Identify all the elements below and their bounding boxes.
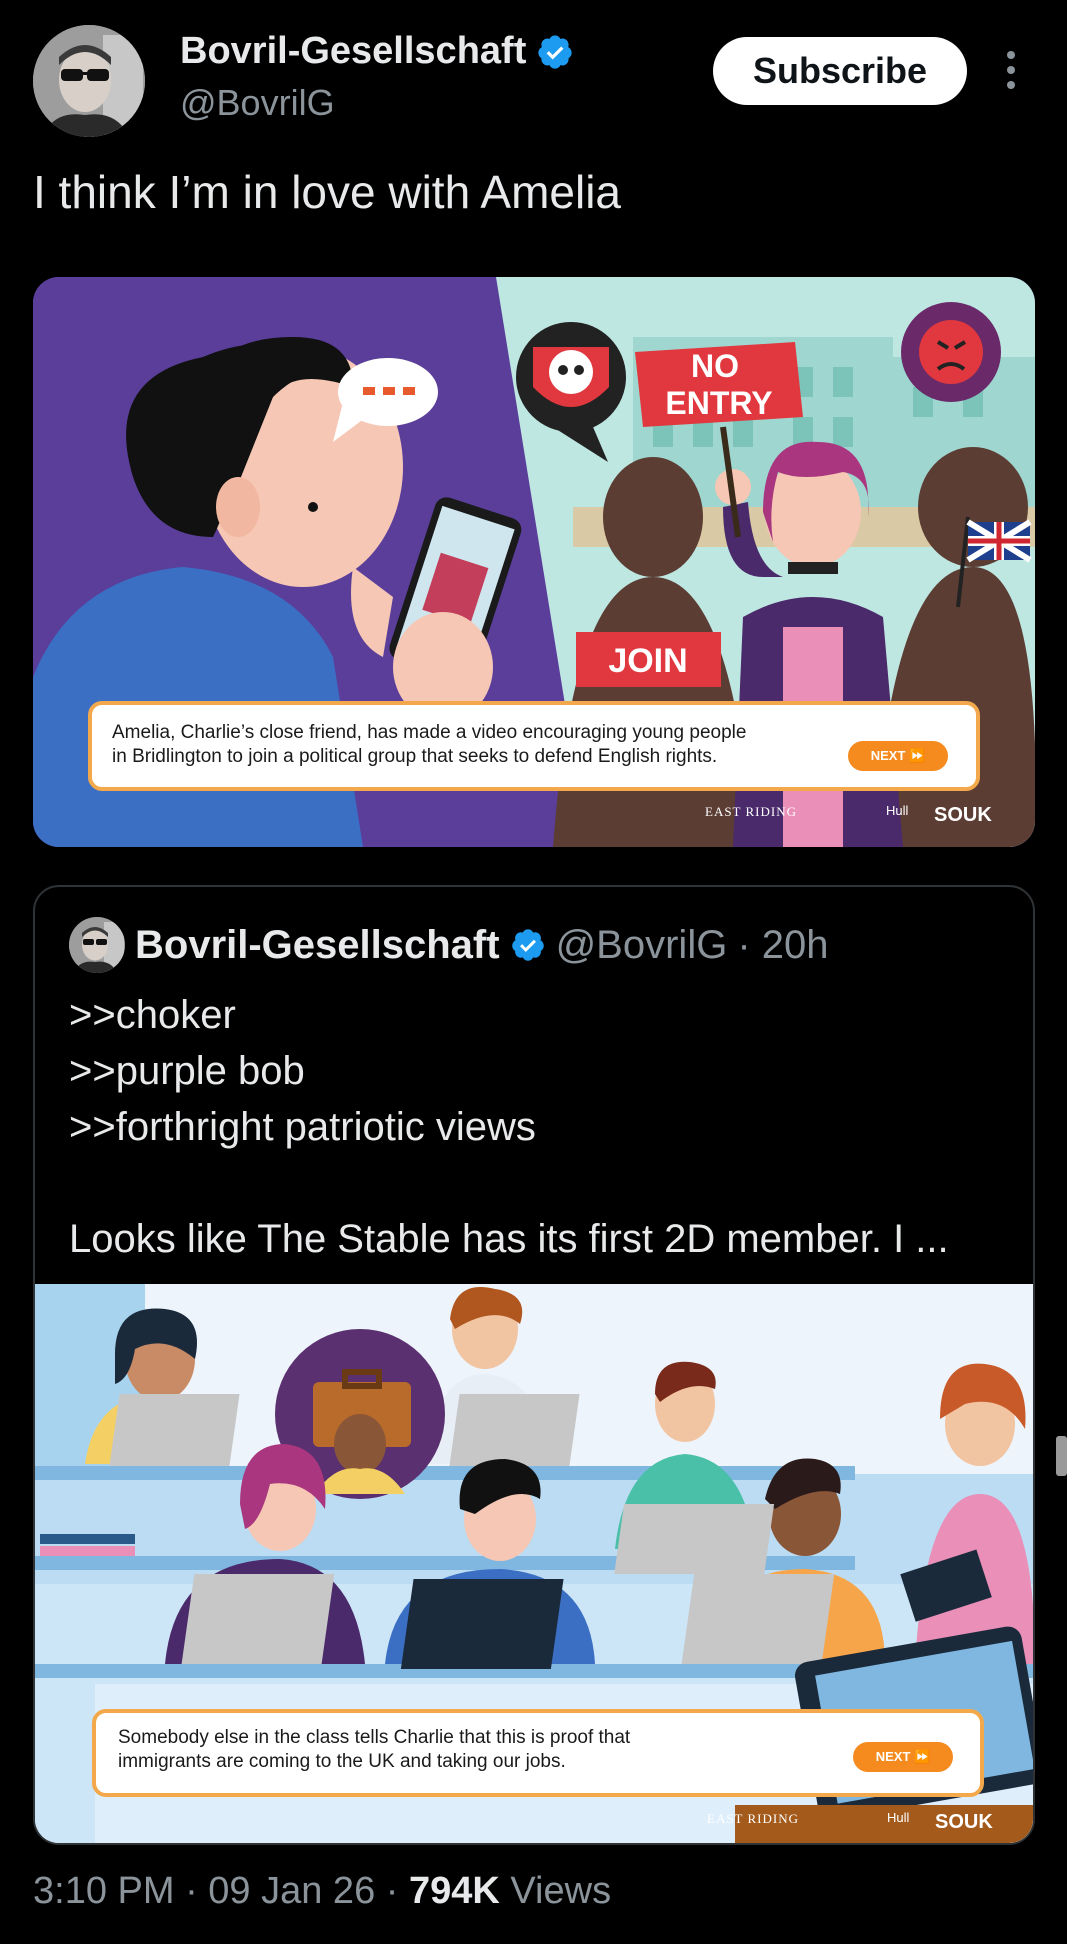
quote-line: >>choker [69,993,236,1037]
quote-text: >>choker >>purple bob >>forthright patri… [69,987,949,1267]
post-timestamp[interactable]: 3:10 PM · 09 Jan 26 · [33,1870,409,1912]
caption-line-1: Somebody else in the class tells Charlie… [118,1727,631,1748]
souk-logo: SOUK [935,1811,993,1833]
no-entry-sign-line1: NO [691,348,739,384]
quote-line: >>purple bob [69,1049,305,1093]
quote-author-name[interactable]: Bovril-Gesellschaft [135,923,500,968]
subscribe-button[interactable]: Subscribe [713,37,967,105]
quote-image[interactable]: Somebody else in the class tells Charlie… [35,1284,1033,1843]
souk-logo: SOUK [934,804,992,826]
quote-line: >>forthright patriotic views [69,1105,536,1149]
verified-badge-icon [511,929,544,961]
quote-line: Looks like The Stable has its first 2D m… [69,1217,949,1261]
next-button[interactable]: NEXT ⏩ [848,741,948,771]
hull-logo: Hull [886,803,909,818]
post-image[interactable]: NO ENTRY JOIN Amelia, Charlie’s close fr… [33,277,1035,847]
more-options-icon[interactable] [996,45,1026,95]
verified-badge-icon [538,34,572,69]
east-riding-logo: EAST RIDING [707,1811,800,1826]
caption-line-2: immigrants are coming to the UK and taki… [118,1751,566,1772]
author-name-row: Bovril-Gesellschaft [180,30,574,73]
views-count: 794K [408,1870,500,1912]
post-header: Bovril-Gesellschaft @BovrilG Subscribe [0,0,1067,150]
join-sign: JOIN [608,642,687,680]
quoted-tweet[interactable]: Bovril-Gesellschaft @BovrilG · 20h >>cho… [33,885,1035,1845]
author-handle[interactable]: @BovrilG [180,82,335,124]
next-button[interactable]: NEXT ⏩ [853,1742,953,1772]
no-entry-sign-line2: ENTRY [665,385,772,421]
east-riding-logo: EAST RIDING [705,804,798,819]
quote-author-avatar[interactable] [69,917,125,973]
quote-timestamp[interactable]: · 20h [737,923,828,968]
hull-logo: Hull [887,1810,910,1825]
quote-line [69,1155,949,1211]
scrollbar-thumb[interactable] [1056,1436,1067,1476]
quote-author-handle[interactable]: @BovrilG [556,923,728,968]
caption-line-1: Amelia, Charlie’s close friend, has made… [112,722,747,743]
post-metadata: 3:10 PM · 09 Jan 26 · 794K Views [33,1870,611,1913]
author-avatar[interactable] [33,25,145,137]
quote-header: Bovril-Gesellschaft @BovrilG · 20h [135,917,829,973]
views-label: Views [499,1870,612,1912]
caption-line-2: in Bridlington to join a political group… [112,746,718,767]
author-name[interactable]: Bovril-Gesellschaft [180,30,526,73]
tweet-text: I think I’m in love with Amelia [33,166,622,218]
